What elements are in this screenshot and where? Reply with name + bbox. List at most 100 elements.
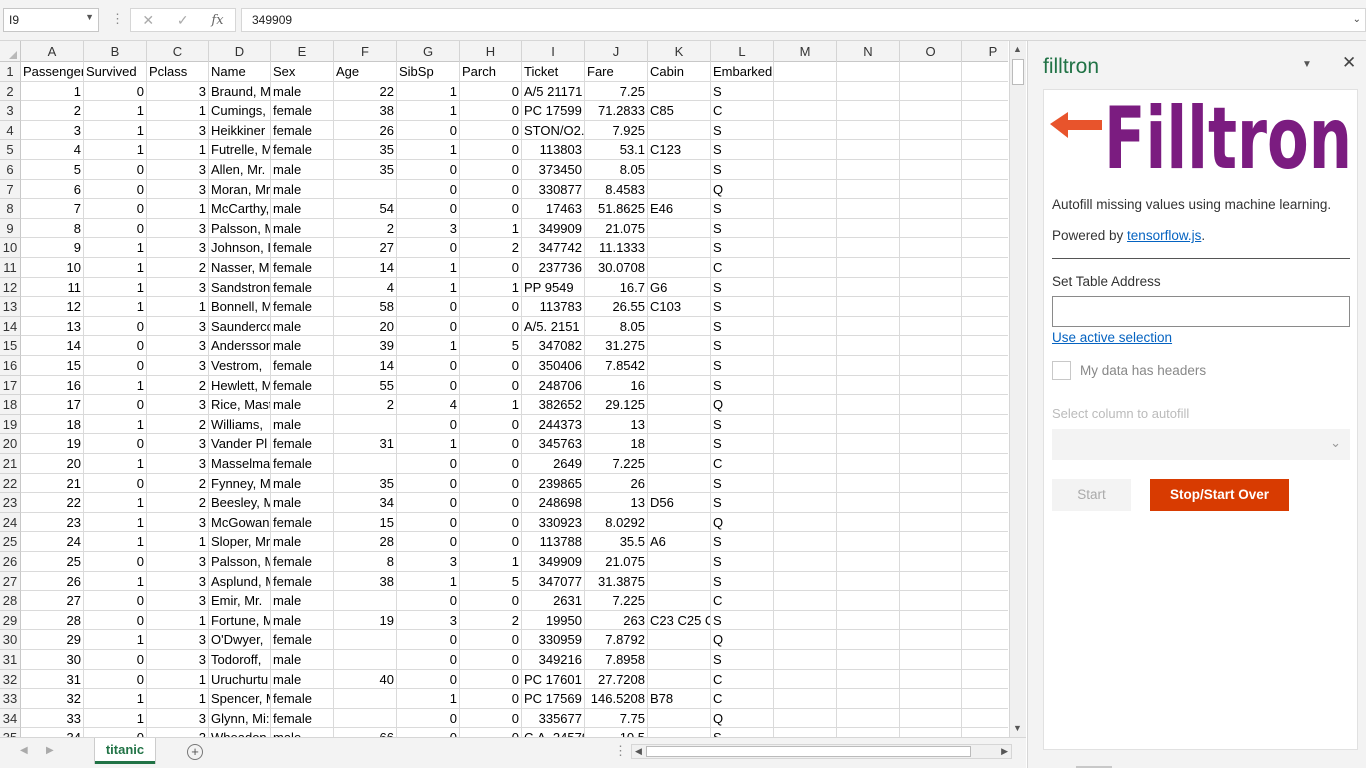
cell[interactable]: male [271,532,334,552]
cell[interactable] [837,336,900,356]
cell[interactable]: S [711,375,774,396]
cell[interactable]: 0 [460,708,522,729]
cell[interactable]: Saunderco [209,316,271,337]
cell[interactable]: 3 [147,81,209,102]
cell[interactable]: female [271,512,334,533]
row-header[interactable]: 21 [0,454,21,474]
cell[interactable] [900,258,962,278]
cell[interactable]: C.A. 24579 [522,728,585,737]
cell[interactable]: male [271,414,334,435]
cell[interactable]: 350406 [522,356,585,376]
cell[interactable]: 0 [397,414,460,435]
cell[interactable]: 24 [21,532,84,552]
cell[interactable] [900,336,962,356]
cell[interactable]: 14 [334,356,397,376]
column-header-h[interactable]: H [460,41,522,62]
cell[interactable]: 0 [397,179,460,200]
cell[interactable] [774,179,837,200]
cell[interactable]: Palsson, M [209,552,271,572]
cell[interactable] [962,356,1008,376]
cell[interactable]: S [711,610,774,631]
cell[interactable] [774,728,837,737]
cell[interactable] [962,62,1008,82]
cell[interactable]: female [271,689,334,709]
cell[interactable] [900,140,962,160]
cell[interactable] [774,140,837,160]
cell[interactable] [837,101,900,121]
cell[interactable]: 1 [21,81,84,102]
cell[interactable]: 0 [460,512,522,533]
cell[interactable]: 0 [397,728,460,737]
cell[interactable]: Braund, M [209,81,271,102]
select-column-dropdown[interactable]: ⌄ [1052,429,1350,460]
cell[interactable]: 0 [84,434,147,454]
column-header-o[interactable]: O [900,41,962,62]
cell[interactable]: S [711,140,774,160]
stop-start-over-button[interactable]: Stop/Start Over [1150,479,1289,511]
cell[interactable]: 263 [585,610,648,631]
cell[interactable]: male [271,610,334,631]
column-header-k[interactable]: K [648,41,711,62]
cell[interactable] [334,630,397,650]
cell[interactable]: 146.5208 [585,689,648,709]
cell[interactable] [900,101,962,121]
cell[interactable]: 0 [397,630,460,650]
cell[interactable] [774,277,837,298]
cell[interactable]: female [271,375,334,396]
cell[interactable]: 26 [334,120,397,141]
cell[interactable]: 1 [84,277,147,298]
cell[interactable]: 1 [460,552,522,572]
cell[interactable]: Embarked [711,62,774,82]
cell[interactable]: 0 [460,728,522,737]
cell[interactable]: 1 [84,258,147,278]
cell[interactable]: 7.8542 [585,356,648,376]
cell[interactable]: 3 [147,218,209,239]
cell[interactable]: 1 [460,395,522,415]
cell[interactable]: C [711,454,774,474]
cell[interactable] [900,375,962,396]
cell[interactable]: female [271,101,334,121]
cell[interactable]: McGowan [209,512,271,533]
cell[interactable]: 5 [460,571,522,592]
cell[interactable] [648,650,711,670]
cell[interactable]: 1 [84,532,147,552]
cell[interactable]: 25 [21,552,84,572]
cell[interactable]: 347082 [522,336,585,356]
cell[interactable] [648,238,711,258]
cell[interactable]: 51.8625 [585,199,648,219]
vertical-scrollbar[interactable]: ▲ ▼ [1009,41,1026,741]
cell[interactable]: male [271,160,334,180]
cell[interactable]: 0 [460,297,522,317]
cell[interactable]: 1 [397,571,460,592]
cell[interactable]: 0 [397,591,460,611]
cell[interactable] [962,591,1008,611]
cell[interactable]: 35 [334,160,397,180]
cell[interactable]: 38 [334,101,397,121]
cell[interactable]: Heikkiner [209,120,271,141]
cell[interactable] [648,395,711,415]
cell[interactable] [837,571,900,592]
scroll-down-icon[interactable]: ▼ [1013,723,1022,733]
cell[interactable]: 0 [460,179,522,200]
cell[interactable]: 1 [147,610,209,631]
cell[interactable] [962,297,1008,317]
cell[interactable]: Beesley, M [209,493,271,513]
cell[interactable]: 382652 [522,395,585,415]
cell[interactable]: S [711,434,774,454]
cell[interactable]: 1 [84,375,147,396]
cell[interactable]: 1 [460,277,522,298]
cell[interactable]: Parch [460,62,522,82]
row-header[interactable]: 2 [0,81,21,102]
cell[interactable]: 26 [585,473,648,494]
cell[interactable]: 0 [84,336,147,356]
cell[interactable]: 0 [397,650,460,670]
cell[interactable]: Fare [585,62,648,82]
cell[interactable]: 4 [21,140,84,160]
cell[interactable] [962,532,1008,552]
cell[interactable]: Q [711,512,774,533]
row-header[interactable]: 1 [0,62,21,82]
spreadsheet-grid[interactable]: ABCDEFGHIJKLMNOP 1 Passenger Survived Pclas… [0,41,1008,737]
cell[interactable]: male [271,81,334,102]
cell[interactable]: B78 [648,689,711,709]
cell[interactable] [962,454,1008,474]
